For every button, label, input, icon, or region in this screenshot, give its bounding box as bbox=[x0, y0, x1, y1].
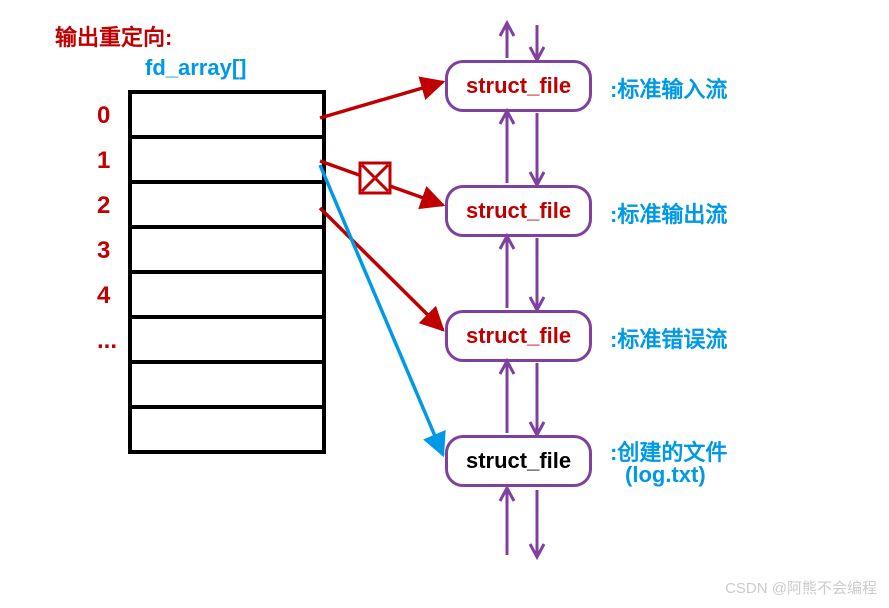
diagram-title: 输出重定向: bbox=[55, 20, 172, 52]
struct-file-stdin: struct_file bbox=[445, 60, 592, 112]
struct-label: struct_file bbox=[466, 198, 571, 223]
link-arrows-0 bbox=[500, 23, 544, 60]
struct-file-stdout: struct_file bbox=[445, 185, 592, 237]
fd-index: 2 bbox=[97, 192, 110, 220]
array-label: fd_array[] bbox=[145, 55, 246, 81]
arrow-fd2-stderr bbox=[320, 208, 443, 330]
desc-stdin: :标准输入流 bbox=[610, 72, 727, 104]
fd-array-table: 0 1 2 3 4 ... bbox=[128, 90, 326, 454]
fd-row: 2 bbox=[132, 184, 322, 229]
desc-stdout: :标准输出流 bbox=[610, 197, 727, 229]
fd-row: ... bbox=[132, 319, 322, 364]
arrow-fd0-stdin bbox=[320, 82, 443, 118]
fd-row: 4 bbox=[132, 274, 322, 319]
fd-row: 1 bbox=[132, 139, 322, 184]
fd-index: ... bbox=[97, 327, 117, 355]
fd-index: 3 bbox=[97, 237, 110, 265]
arrow-fd1-stdout-broken bbox=[320, 161, 443, 205]
fd-row: 3 bbox=[132, 229, 322, 274]
broken-link-x1 bbox=[362, 165, 388, 191]
broken-link-x-box bbox=[360, 163, 390, 193]
arrow-fd1-logfile bbox=[320, 165, 443, 455]
watermark: CSDN @阿熊不会编程 bbox=[725, 577, 877, 598]
struct-file-stderr: struct_file bbox=[445, 310, 592, 362]
broken-link-x2 bbox=[362, 165, 388, 191]
fd-index: 1 bbox=[97, 147, 110, 175]
fd-index: 0 bbox=[97, 102, 110, 130]
link-arrows-2 bbox=[500, 236, 544, 310]
struct-label: struct_file bbox=[466, 73, 571, 98]
link-arrows-3 bbox=[500, 361, 544, 435]
struct-label: struct_file bbox=[466, 323, 571, 348]
desc-logfile-line2: (log.txt) bbox=[625, 462, 706, 488]
desc-stderr: :标准错误流 bbox=[610, 322, 727, 354]
struct-label: struct_file bbox=[466, 448, 571, 473]
link-arrows-1 bbox=[500, 111, 544, 185]
fd-row bbox=[132, 364, 322, 409]
struct-file-logfile: struct_file bbox=[445, 435, 592, 487]
fd-row: 0 bbox=[132, 94, 322, 139]
link-arrows-4 bbox=[500, 488, 544, 557]
fd-row bbox=[132, 409, 322, 454]
fd-index: 4 bbox=[97, 282, 110, 310]
